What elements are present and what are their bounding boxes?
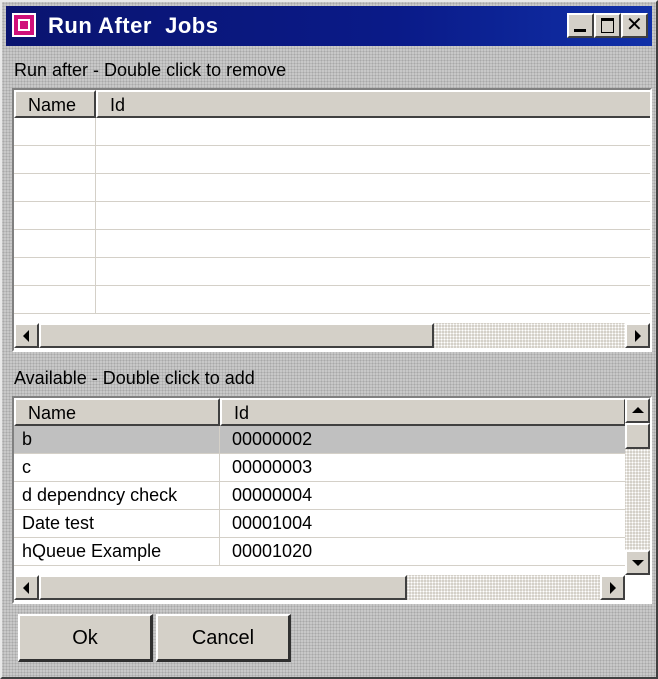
available-grid[interactable]: Name Id b 00000002 c 00000003 d dependnc… [12,396,652,604]
cancel-button[interactable]: Cancel [156,614,291,662]
table-row[interactable] [14,146,650,174]
available-row-id: 00000003 [220,454,626,481]
available-label: Available - Double click to add [14,368,255,388]
table-cell [14,258,96,285]
table-row[interactable]: hQueue Example 00001020 [14,538,626,566]
table-row[interactable] [14,118,650,146]
table-cell [14,230,96,257]
run-after-column-name[interactable]: Name [14,90,96,118]
window-title: Run After Jobs [48,13,219,38]
scroll-right-button[interactable] [625,323,650,348]
available-row-name: c [14,454,220,481]
available-column-id[interactable]: Id [220,398,626,426]
minimize-icon [574,29,586,32]
scroll-thumb[interactable] [625,423,650,449]
app-icon[interactable] [12,13,36,37]
available-row-name: hQueue Example [14,538,220,565]
available-vertical-scrollbar[interactable] [625,398,650,575]
ok-button[interactable]: Ok [18,614,153,662]
arrow-left-icon [23,330,29,342]
available-row-id: 00000002 [220,426,626,453]
close-icon: ✕ [626,12,643,36]
table-row[interactable] [14,174,650,202]
arrow-right-icon [610,582,616,594]
table-row[interactable]: b 00000002 [14,426,626,454]
title-bar[interactable]: Run After Jobs ✕ [6,6,652,46]
maximize-icon [601,18,614,33]
table-row[interactable] [14,258,650,286]
scroll-left-button[interactable] [14,575,39,600]
available-row-name: Date test [14,510,220,537]
available-row-name: b [14,426,220,453]
run-after-horizontal-scrollbar[interactable] [14,323,650,348]
scroll-thumb[interactable] [39,323,434,348]
scroll-left-button[interactable] [14,323,39,348]
table-cell [14,202,96,229]
scroll-right-button[interactable] [600,575,625,600]
available-row-id: 00001004 [220,510,626,537]
arrow-left-icon [23,582,29,594]
available-horizontal-scrollbar[interactable] [14,575,625,600]
table-cell [14,286,96,313]
table-cell [14,118,96,145]
table-cell [14,146,96,173]
run-after-column-id[interactable]: Id [96,90,650,118]
available-column-name[interactable]: Name [14,398,220,426]
available-row-id: 00000004 [220,482,626,509]
arrow-up-icon [632,407,644,413]
scroll-down-button[interactable] [625,550,650,575]
available-row-id: 00001020 [220,538,626,565]
close-button[interactable]: ✕ [621,13,648,38]
arrow-right-icon [635,330,641,342]
available-row-name: d dependncy check [14,482,220,509]
run-after-jobs-window: Run After Jobs ✕ Run after - Double clic… [0,0,658,679]
maximize-button[interactable] [594,13,621,38]
table-row[interactable] [14,202,650,230]
table-row[interactable]: Date test 00001004 [14,510,626,538]
table-cell [14,174,96,201]
table-row[interactable]: d dependncy check 00000004 [14,482,626,510]
table-row[interactable] [14,230,650,258]
minimize-button[interactable] [567,13,594,38]
run-after-grid[interactable]: Name Id [12,88,652,352]
arrow-down-icon [632,560,644,566]
table-row[interactable]: c 00000003 [14,454,626,482]
table-row[interactable] [14,286,650,314]
run-after-label: Run after - Double click to remove [14,60,287,80]
scroll-thumb[interactable] [39,575,407,600]
scroll-up-button[interactable] [625,398,650,423]
